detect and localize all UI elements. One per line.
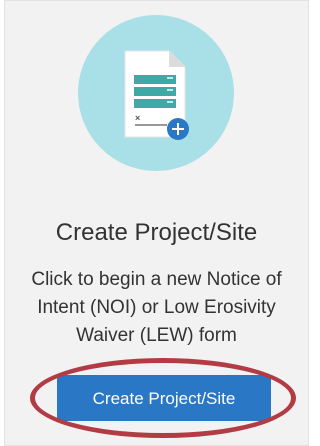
document-add-icon: × <box>124 50 189 140</box>
svg-text:×: × <box>135 113 140 123</box>
create-project-site-button[interactable]: Create Project/Site <box>57 375 271 421</box>
card-title: Create Project/Site <box>55 219 258 246</box>
create-project-card[interactable]: × Create Project/Site Click to begin a n… <box>4 0 309 446</box>
card-description: Click to begin a new Notice of Intent (N… <box>31 269 282 346</box>
icon-circle: × <box>78 15 234 171</box>
